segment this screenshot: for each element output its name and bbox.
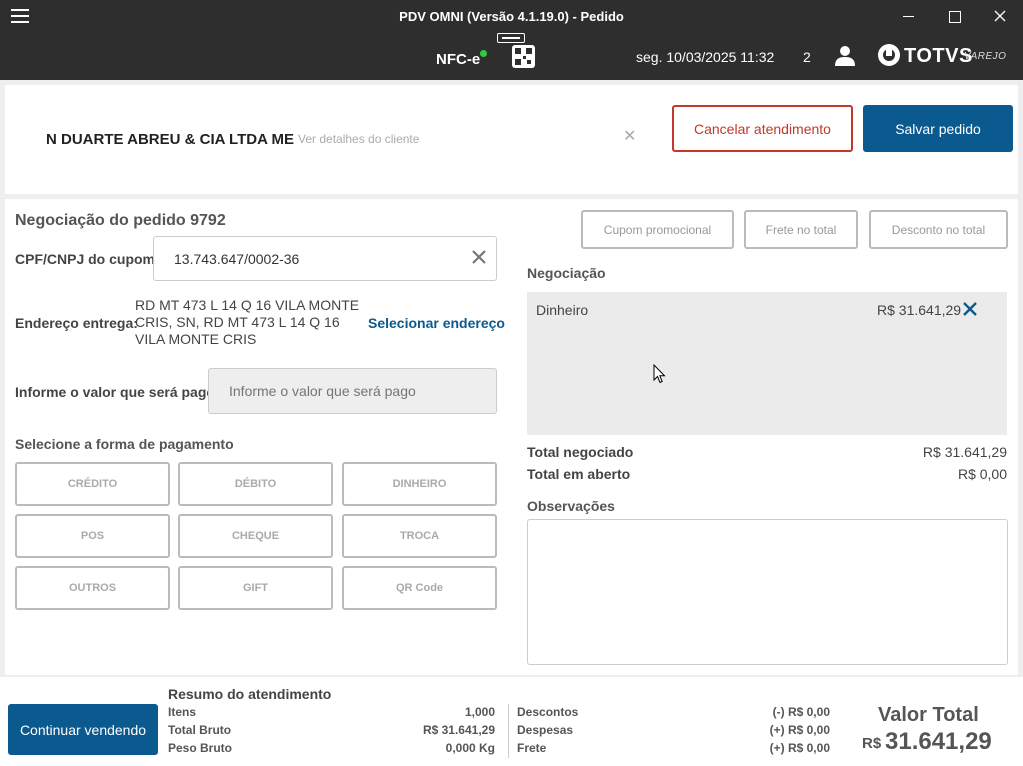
freight-value: (+) R$ 0,00 xyxy=(769,741,830,755)
items-label: Itens xyxy=(168,705,197,719)
order-title: Negociação do pedido 9792 xyxy=(15,212,226,229)
summary-bar: Continuar vendendo Resumo do atendimento… xyxy=(0,677,1023,766)
window-title: PDV OMNI (Versão 4.1.19.0) - Pedido xyxy=(399,9,624,24)
logo-subtext: VAREJO xyxy=(964,51,1007,62)
negotiation-method: Dinheiro xyxy=(536,302,589,318)
client-panel: N DUARTE ABREU & CIA LTDA ME Ver detalhe… xyxy=(5,85,1018,194)
session-counter: 2 xyxy=(803,49,811,65)
clear-client-icon[interactable]: ✕ xyxy=(623,126,636,146)
title-bar: PDV OMNI (Versão 4.1.19.0) - Pedido NFC-… xyxy=(0,0,1023,80)
gross-weight-value: 0,000 Kg xyxy=(445,741,495,755)
payment-cash-button[interactable]: DINHEIRO xyxy=(342,462,497,506)
observations-textarea[interactable] xyxy=(527,519,1008,665)
mouse-cursor-icon xyxy=(653,363,666,389)
client-details-link[interactable]: Ver detalhes do cliente xyxy=(298,132,419,146)
remove-negotiation-icon[interactable] xyxy=(963,302,977,321)
nfce-status-dot xyxy=(480,50,487,57)
payment-pos-button[interactable]: POS xyxy=(15,514,170,558)
clear-cpf-icon[interactable] xyxy=(472,250,486,269)
continue-selling-button[interactable]: Continuar vendendo xyxy=(8,704,158,755)
total-open-value: R$ 0,00 xyxy=(957,466,1007,482)
items-value: 1,000 xyxy=(464,705,495,719)
gross-weight-label: Peso Bruto xyxy=(168,741,233,755)
total-value: 31.641,29 xyxy=(885,728,992,755)
expenses-label: Despesas xyxy=(517,723,574,737)
user-icon[interactable] xyxy=(835,45,855,72)
nfce-label: NFC-e xyxy=(436,51,481,68)
summary-title: Resumo do atendimento xyxy=(168,686,332,702)
select-address-link[interactable]: Selecionar endereço xyxy=(368,315,505,331)
pay-value-input[interactable] xyxy=(208,368,497,414)
cpf-value: 13.743.647/0002-36 xyxy=(174,251,300,267)
cancel-service-button[interactable]: Cancelar atendimento xyxy=(672,105,853,152)
promo-coupon-button[interactable]: Cupom promocional xyxy=(581,210,734,249)
client-name: N DUARTE ABREU & CIA LTDA ME xyxy=(46,131,295,148)
discounts-label: Descontos xyxy=(517,705,579,719)
main-panel: Negociação do pedido 9792 CPF/CNPJ do cu… xyxy=(5,199,1018,675)
payment-gift-button[interactable]: GIFT xyxy=(178,566,333,610)
payment-form-label: Selecione a forma de pagamento xyxy=(15,436,234,452)
datetime-display: seg. 10/03/2025 11:32 xyxy=(636,49,775,65)
expenses-value: (+) R$ 0,00 xyxy=(769,723,830,737)
cpf-field[interactable]: 13.743.647/0002-36 xyxy=(153,236,497,281)
maximize-button[interactable] xyxy=(939,4,969,28)
total-open-label: Total em aberto xyxy=(527,466,631,482)
gross-total-value: R$ 31.641,29 xyxy=(422,723,495,737)
negotiation-amount: R$ 31.641,29 xyxy=(877,302,962,318)
gross-total-label: Total Bruto xyxy=(168,723,232,737)
save-order-button[interactable]: Salvar pedido xyxy=(863,105,1013,152)
minimize-button[interactable] xyxy=(893,4,923,28)
payment-check-button[interactable]: CHEQUE xyxy=(178,514,333,558)
address-value: RD MT 473 L 14 Q 16 VILA MONTE CRIS, SN,… xyxy=(135,297,360,347)
payment-credit-button[interactable]: CRÉDITO xyxy=(15,462,170,506)
summary-divider xyxy=(508,704,509,758)
freight-label: Frete xyxy=(517,741,547,755)
cpf-label: CPF/CNPJ do cupom xyxy=(15,251,156,267)
discount-total-button[interactable]: Desconto no total xyxy=(869,210,1008,249)
negotiation-label: Negociação xyxy=(527,265,606,281)
total-label: Valor Total xyxy=(878,704,979,726)
freight-total-button[interactable]: Frete no total xyxy=(744,210,858,249)
totvs-logo-icon xyxy=(877,43,901,72)
qr-code-icon[interactable] xyxy=(512,45,535,68)
close-window-button[interactable] xyxy=(985,4,1015,28)
total-negotiated-value: R$ 31.641,29 xyxy=(922,444,1007,460)
negotiation-list: Dinheiro R$ 31.641,29 xyxy=(527,292,1007,435)
payment-exchange-button[interactable]: TROCA xyxy=(342,514,497,558)
discounts-value: (-) R$ 0,00 xyxy=(772,705,830,719)
close-icon xyxy=(994,10,1006,22)
printer-icon[interactable] xyxy=(497,33,525,43)
observations-label: Observações xyxy=(527,498,615,514)
payment-other-button[interactable]: OUTROS xyxy=(15,566,170,610)
logo-text: TOTVS xyxy=(904,45,973,67)
total-currency: R$ xyxy=(862,735,882,752)
address-label: Endereço entrega: xyxy=(15,315,138,331)
payment-debit-button[interactable]: DÉBITO xyxy=(178,462,333,506)
total-negotiated-label: Total negociado xyxy=(527,444,634,460)
payment-qrcode-button[interactable]: QR Code xyxy=(342,566,497,610)
pay-value-label: Informe o valor que será pago xyxy=(15,384,215,400)
